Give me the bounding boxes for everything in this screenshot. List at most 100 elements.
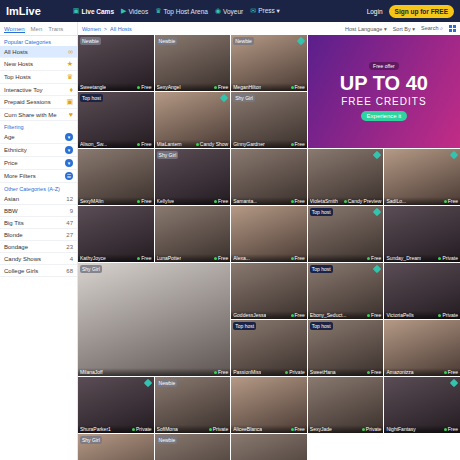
- sidebar-item[interactable]: Top Hosts♛: [0, 71, 77, 84]
- host-card[interactable]: MiaLanternCandy Show: [155, 92, 231, 148]
- toy-icon: [373, 151, 381, 159]
- gender-tab[interactable]: Men: [31, 26, 43, 33]
- category-item[interactable]: BBW9: [0, 205, 77, 217]
- nav-item[interactable]: ♛Top Host Arena: [155, 7, 208, 15]
- filter-item[interactable]: Age▾: [0, 131, 77, 144]
- host-card[interactable]: Top host Ebony_Seduct... Free: [308, 263, 384, 319]
- host-card[interactable]: Top hostAlison_Sw...Free: [78, 92, 154, 148]
- host-badge: Top host: [310, 265, 333, 273]
- breadcrumb-item[interactable]: Women: [82, 26, 101, 32]
- logo[interactable]: ImLive: [6, 5, 41, 17]
- host-card[interactable]: Top hostFree: [308, 206, 384, 262]
- host-name: Sweetangle: [80, 84, 106, 90]
- status-dot-icon: [214, 371, 217, 374]
- host-card[interactable]: Shy Girl: [78, 434, 154, 460]
- breadcrumb-item[interactable]: All Hosts: [110, 26, 132, 32]
- promo-button[interactable]: Experience it: [361, 111, 408, 121]
- host-badge: Top host: [233, 322, 256, 330]
- grid-view-icon[interactable]: [449, 25, 456, 32]
- host-card[interactable]: NewbieSofiMonaPrivate: [155, 377, 231, 433]
- nav-item[interactable]: ▶Videos: [121, 7, 148, 15]
- gender-tab[interactable]: Trans: [48, 26, 63, 33]
- sidebar-item[interactable]: Prepaid Sessions▣: [0, 96, 77, 109]
- nav-item[interactable]: ▣Live Cams: [73, 7, 114, 15]
- nav-icon: ◉: [215, 7, 221, 15]
- host-card[interactable]: Sunday_DreamPrivate: [384, 206, 460, 262]
- filter-item[interactable]: Ethnicity▾: [0, 144, 77, 157]
- card-footer: MiaLanternCandy Show: [155, 140, 231, 148]
- host-card[interactable]: NewbieSweetangleFree: [78, 35, 154, 91]
- host-grid: NewbieSweetangleFreeNewbieSexyAngelFreeN…: [78, 35, 460, 460]
- status-dot-icon: [214, 257, 217, 260]
- status-dot-icon: [367, 314, 370, 317]
- expand-icon: ▾: [65, 159, 73, 167]
- sidebar-item[interactable]: Interactive Toy♦: [0, 84, 77, 96]
- card-footer: Ebony_Seduct... Free: [308, 311, 384, 319]
- nav-item[interactable]: ◉Voyeur: [215, 7, 243, 15]
- host-card[interactable]: Top hostPassionMissPrivate: [231, 320, 307, 376]
- host-status: Free: [367, 369, 381, 375]
- host-card[interactable]: GoddessJessaFree: [231, 263, 307, 319]
- status-dot-icon: [291, 257, 294, 260]
- host-card[interactable]: Shy GirlKellyIveFree: [155, 149, 231, 205]
- category-item[interactable]: Candy Shows4: [0, 253, 77, 265]
- card-footer: Alison_Sw...Free: [78, 140, 154, 148]
- host-card[interactable]: Shy GirlMilanaJoffFree: [78, 263, 230, 376]
- category-item[interactable]: Blonde27: [0, 229, 77, 241]
- host-card[interactable]: VioletaSmithCandy Preview: [308, 149, 384, 205]
- card-footer: SofiMonaPrivate: [155, 425, 231, 433]
- host-status: Free: [214, 369, 228, 375]
- host-card[interactable]: Samanta...Free: [231, 149, 307, 205]
- expand-icon: ☰: [65, 172, 73, 180]
- host-card[interactable]: Shy GirlGinnyGardnerFree: [231, 92, 307, 148]
- sidebar-item[interactable]: New Hosts★: [0, 58, 77, 71]
- host-card[interactable]: NightFantasyFree: [384, 377, 460, 433]
- host-card[interactable]: VictoriaPellsPrivate: [384, 263, 460, 319]
- host-card[interactable]: Top hostSweetHanaFree: [308, 320, 384, 376]
- category-item[interactable]: Asian12: [0, 193, 77, 205]
- sidebar-item[interactable]: All Hosts∞: [0, 46, 77, 58]
- host-name: MeganHilton: [233, 84, 261, 90]
- host-card[interactable]: SexyJadePrivate: [308, 377, 384, 433]
- host-card[interactable]: [231, 434, 307, 460]
- host-card[interactable]: AliceeBlancaFree: [231, 377, 307, 433]
- host-card[interactable]: KathyJoyceFree: [78, 206, 154, 262]
- language-select[interactable]: Host Language ▾: [345, 26, 387, 32]
- host-card[interactable]: SadiLo...Free: [384, 149, 460, 205]
- filter-item[interactable]: More Filters☰: [0, 170, 77, 183]
- host-card[interactable]: LunaPotterFree: [155, 206, 231, 262]
- host-status: Free: [137, 141, 151, 147]
- host-card[interactable]: NewbieMeganHiltonFree: [231, 35, 307, 91]
- promo-banner[interactable]: Free offerUP TO 40FREE CREDITSExperience…: [308, 35, 460, 148]
- status-dot-icon: [344, 200, 347, 203]
- sidebar-item[interactable]: Cum Share with Me♥: [0, 109, 77, 121]
- category-item[interactable]: College Girls68: [0, 265, 77, 277]
- host-name: GinnyGardner: [233, 141, 264, 147]
- search-button[interactable]: Search ⌕: [421, 25, 443, 32]
- host-status: Free: [444, 369, 458, 375]
- host-status: Free: [444, 198, 458, 204]
- category-item[interactable]: Bondage23: [0, 241, 77, 253]
- category-count: 9: [70, 208, 73, 214]
- host-status: Free: [137, 255, 151, 261]
- host-name: Ebony_Seduct...: [310, 312, 347, 318]
- breadcrumb-item[interactable]: >: [104, 26, 107, 32]
- host-status: Private: [132, 426, 152, 432]
- sidebar: WomenMenTransPopular CategoriesAll Hosts…: [0, 22, 78, 460]
- host-card[interactable]: Alexa...Free: [231, 206, 307, 262]
- host-card[interactable]: AmazonizzaFree: [384, 320, 460, 376]
- signup-button[interactable]: Sign up for FREE: [389, 5, 454, 18]
- sort-select[interactable]: Sort By ▾: [393, 26, 415, 32]
- host-status: Free: [367, 312, 381, 318]
- host-card[interactable]: ShuraParker1Private: [78, 377, 154, 433]
- status-dot-icon: [367, 371, 370, 374]
- category-item[interactable]: Big Tits47: [0, 217, 77, 229]
- filter-item[interactable]: Price▾: [0, 157, 77, 170]
- host-card[interactable]: Newbie: [155, 434, 231, 460]
- category-icon: ♥: [69, 111, 73, 118]
- login-link[interactable]: Login: [367, 8, 383, 15]
- nav-item[interactable]: ✉Press ▾: [250, 7, 280, 15]
- host-card[interactable]: SexyMAlinFree: [78, 149, 154, 205]
- gender-tab[interactable]: Women: [4, 26, 25, 33]
- host-card[interactable]: NewbieSexyAngelFree: [155, 35, 231, 91]
